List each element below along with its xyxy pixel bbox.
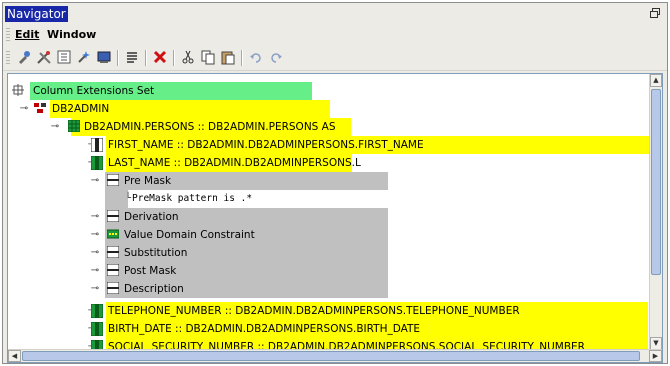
tree-node-telephone-number[interactable]: ⊸ TELEPHONE_NUMBER :: DB2ADMIN.DB2ADMINP… (88, 302, 648, 320)
tree-node-column-extensions-set[interactable]: Column Extensions Set (12, 82, 312, 100)
tree-node-value-domain-constraint[interactable]: ⊸ Value Domain Constraint (91, 226, 388, 244)
tree-node-label: Value Domain Constraint (124, 229, 255, 241)
menu-window[interactable]: Window (47, 28, 96, 42)
tree-node-label: LAST_NAME :: DB2ADMIN.DB2ADMINPERSONS.L (108, 157, 361, 169)
table-icon (67, 119, 81, 133)
tree-node-label: DB2ADMIN (52, 103, 110, 115)
expand-toggle-icon[interactable]: ⊸ (89, 229, 101, 241)
tree-node-pre-mask[interactable]: ⊸ Pre Mask (91, 172, 388, 190)
toolbar-separator (117, 50, 119, 66)
tree-icon[interactable] (55, 49, 73, 67)
toolbar-grip (6, 51, 10, 65)
expand-toggle-icon[interactable]: ⊸ (89, 247, 101, 259)
column-icon (90, 303, 104, 319)
schema-icon (34, 102, 46, 114)
cut-icon[interactable] (179, 49, 197, 67)
tree-node-label: FIRST_NAME :: DB2ADMIN.DB2ADMINPERSONS.F… (108, 139, 424, 151)
pin-icon (12, 84, 24, 96)
expand-toggle-icon[interactable]: ⊸ (89, 211, 101, 223)
tree-node-derivation[interactable]: ⊸ Derivation (91, 208, 388, 226)
toolbar-separator (145, 50, 147, 66)
toolbar (3, 45, 667, 71)
menu-edit[interactable]: Edit (15, 28, 39, 42)
tree-node-label: Pre Mask (124, 175, 172, 187)
delete-icon[interactable] (151, 49, 169, 67)
menu-bar: Edit Window (3, 25, 667, 45)
tree-node-label: Description (124, 283, 184, 295)
tree-node-pre-mask-pattern[interactable]: └ PreMask pattern is .* (125, 190, 408, 208)
tree-node-label: Substitution (124, 247, 188, 259)
tree-node-label: Derivation (124, 211, 179, 223)
constraint-icon (106, 228, 120, 240)
tree-node-label: PreMask pattern is .* (132, 193, 253, 204)
title-bar[interactable]: Navigator (3, 3, 667, 25)
toolbar-separator (241, 50, 243, 66)
rule-icon (106, 281, 120, 295)
expand-toggle-icon[interactable]: ⊸ (89, 283, 101, 295)
rule-icon (106, 173, 120, 187)
navigator-window: Navigator Edit Window Column Extensions … (2, 2, 668, 364)
wizard-icon[interactable] (75, 49, 93, 67)
tree-node-label: TELEPHONE_NUMBER :: DB2ADMIN.DB2ADMINPER… (108, 305, 520, 317)
tools-icon[interactable] (35, 49, 53, 67)
rule-icon (106, 209, 120, 223)
expand-toggle-icon[interactable]: ⊸ (89, 265, 101, 277)
toolbar-separator (173, 50, 175, 66)
scroll-up-icon[interactable]: ▲ (650, 74, 662, 87)
tree-node-description[interactable]: ⊸ Description (91, 280, 388, 298)
rule-icon (106, 263, 120, 277)
navigator-tree[interactable]: Column Extensions Set ⊸ DB2ADMIN ⊸ DB2AD… (8, 74, 650, 350)
tree-node-substitution[interactable]: ⊸ Substitution (91, 244, 388, 262)
rule-icon (106, 245, 120, 259)
redo-icon[interactable] (267, 49, 285, 67)
copy-icon[interactable] (199, 49, 217, 67)
expand-toggle-icon[interactable]: ⊸ (89, 175, 101, 187)
vertical-scrollbar[interactable]: ▲ ▼ (649, 74, 662, 350)
scroll-left-icon[interactable]: ◀ (8, 350, 21, 362)
column-icon (90, 137, 104, 153)
expand-toggle-icon[interactable]: ⊸ (18, 103, 30, 115)
column-icon (90, 155, 104, 171)
tree-node-label: Column Extensions Set (33, 85, 155, 97)
horizontal-scroll-thumb[interactable] (22, 351, 640, 361)
tree-node-label: Post Mask (124, 265, 177, 277)
tree-node-first-name[interactable]: ⊸ FIRST_NAME :: DB2ADMIN.DB2ADMINPERSONS… (88, 136, 650, 154)
undo-icon[interactable] (247, 49, 265, 67)
list-icon[interactable] (123, 49, 141, 67)
restore-icon[interactable] (649, 7, 661, 19)
tree-node-post-mask[interactable]: ⊸ Post Mask (91, 262, 388, 280)
run-icon[interactable] (95, 49, 113, 67)
paste-icon[interactable] (219, 49, 237, 67)
tree-node-persons-table[interactable]: ⊸ DB2ADMIN.PERSONS :: DB2ADMIN.PERSONS A… (51, 118, 351, 136)
column-icon (90, 321, 104, 337)
tree-node-last-name[interactable]: ⊸ LAST_NAME :: DB2ADMIN.DB2ADMINPERSONS.… (88, 154, 361, 172)
expand-toggle-icon[interactable]: ⊸ (49, 121, 61, 133)
window-title: Navigator (5, 6, 68, 22)
menu-grip (6, 28, 10, 42)
scroll-right-icon[interactable]: ▶ (649, 350, 662, 362)
navigator-tree-panel: Column Extensions Set ⊸ DB2ADMIN ⊸ DB2AD… (7, 73, 663, 363)
tree-node-db2admin[interactable]: ⊸ DB2ADMIN (20, 100, 330, 118)
tree-node-label: BIRTH_DATE :: DB2ADMIN.DB2ADMINPERSONS.B… (108, 323, 421, 335)
tree-node-birth-date[interactable]: ⊸ BIRTH_DATE :: DB2ADMIN.DB2ADMINPERSONS… (88, 320, 648, 338)
vertical-scroll-thumb[interactable] (651, 89, 661, 275)
tree-node-label: DB2ADMIN.PERSONS :: DB2ADMIN.PERSONS AS (84, 121, 336, 133)
new-icon[interactable] (15, 49, 33, 67)
horizontal-scrollbar[interactable]: ◀ ▶ (8, 349, 662, 362)
